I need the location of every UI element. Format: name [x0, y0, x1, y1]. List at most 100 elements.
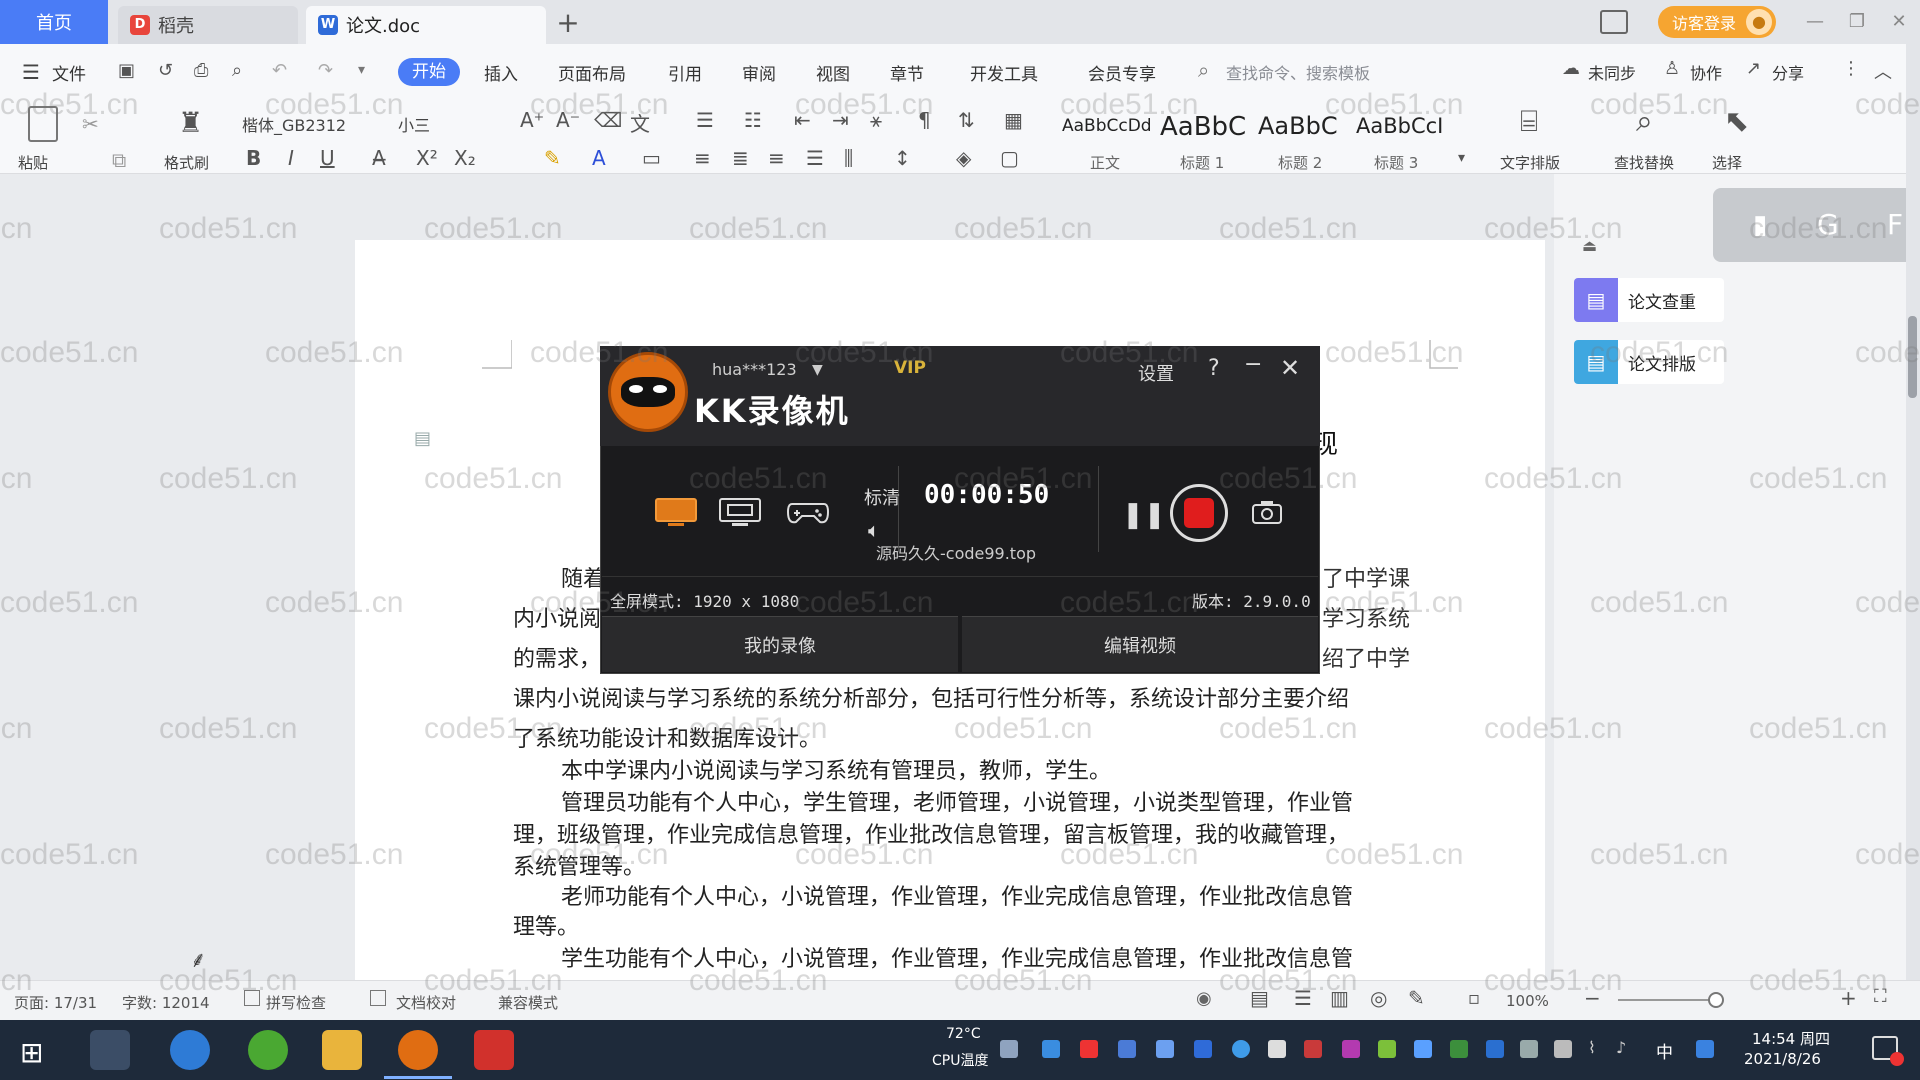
menu-chapter[interactable]: 章节: [890, 60, 924, 85]
clock-date[interactable]: 2021/8/26: [1744, 1050, 1821, 1068]
styles-more-icon[interactable]: ▾: [1458, 150, 1465, 166]
strikethrough-icon[interactable]: A̶: [372, 146, 386, 170]
tray-app-icon[interactable]: [1414, 1040, 1432, 1058]
select-icon[interactable]: ⬉: [1724, 104, 1749, 139]
border-icon[interactable]: ▢: [1000, 146, 1019, 170]
style-sample-h1[interactable]: AaBbC: [1160, 112, 1246, 142]
new-tab-button[interactable]: +: [552, 6, 584, 39]
collapse-ribbon-icon[interactable]: ︿: [1874, 58, 1892, 84]
float-g-icon[interactable]: G: [1817, 208, 1839, 241]
kk-settings-button[interactable]: 设置: [1138, 360, 1174, 386]
zoom-slider-track[interactable]: [1618, 999, 1718, 1001]
hamburger-icon[interactable]: ☰: [22, 60, 40, 84]
network-icon[interactable]: ⌇: [1588, 1038, 1596, 1057]
format-painter-icon[interactable]: ♜: [178, 106, 203, 139]
find-replace-icon[interactable]: ⌕: [1636, 104, 1653, 139]
align-center-icon[interactable]: ≣: [732, 146, 749, 170]
kk-help-button[interactable]: ?: [1208, 356, 1220, 381]
subscript-icon[interactable]: X₂: [454, 146, 476, 170]
proofread-button[interactable]: 文档校对: [396, 992, 456, 1013]
thesis-check-button[interactable]: ▤ 论文查重: [1574, 278, 1724, 322]
menu-file[interactable]: 文件: [52, 60, 86, 85]
underline-icon[interactable]: U: [320, 146, 335, 170]
tray-app-icon[interactable]: [1194, 1040, 1212, 1058]
undo-history-icon[interactable]: ↺: [158, 60, 173, 81]
tray-ime-icon[interactable]: [1696, 1040, 1714, 1058]
tray-app-icon[interactable]: [1080, 1040, 1098, 1058]
fullscreen-icon[interactable]: ⛶: [1874, 986, 1887, 1007]
kk-close-icon[interactable]: ✕: [1280, 354, 1300, 382]
float-doc-icon[interactable]: ▮: [1753, 210, 1767, 240]
kk-username[interactable]: hua***123: [712, 360, 797, 379]
menu-view[interactable]: 视图: [816, 60, 850, 85]
tray-app-icon[interactable]: [1486, 1040, 1504, 1058]
taskbar-ie-icon[interactable]: [170, 1030, 210, 1070]
kk-stop-record-button[interactable]: [1170, 484, 1228, 542]
kk-minimize-icon[interactable]: −: [1244, 352, 1262, 377]
tray-app-icon[interactable]: [1378, 1040, 1396, 1058]
copy-icon[interactable]: ⧉: [112, 148, 126, 172]
kk-screenshot-icon[interactable]: [1252, 500, 1282, 524]
shrink-font-icon[interactable]: A⁻: [556, 108, 580, 132]
style-sample-h2[interactable]: AaBbC: [1258, 112, 1338, 140]
taskbar-360-icon[interactable]: [248, 1030, 288, 1070]
fit-page-icon[interactable]: ▫: [1468, 988, 1480, 1009]
paste-icon[interactable]: [28, 106, 58, 142]
tray-app-icon[interactable]: [1232, 1040, 1250, 1058]
pinyin-icon[interactable]: 文: [630, 108, 650, 137]
style-sample-h3[interactable]: AaBbCcI: [1356, 114, 1443, 138]
scrollbar-thumb[interactable]: [1908, 316, 1917, 398]
clock-time[interactable]: 14:54 周四: [1752, 1028, 1830, 1049]
zoom-out-icon[interactable]: −: [1584, 986, 1601, 1010]
float-f-icon[interactable]: F: [1887, 208, 1903, 241]
preview-icon[interactable]: ⌕: [232, 60, 242, 81]
undo-icon[interactable]: ↶: [272, 60, 287, 81]
fullscreen-mode-icon[interactable]: [652, 496, 700, 528]
chinese-layout-icon[interactable]: ⚹: [870, 108, 882, 132]
zoom-slider-thumb[interactable]: [1708, 992, 1724, 1008]
volume-icon[interactable]: ♪: [1616, 1038, 1626, 1057]
cut-icon[interactable]: ✂: [82, 112, 99, 136]
menu-review[interactable]: 审阅: [742, 60, 776, 85]
superscript-icon[interactable]: X²: [416, 146, 438, 170]
kk-vip-badge[interactable]: VIP: [894, 358, 926, 378]
grow-font-icon[interactable]: A⁺: [520, 108, 544, 132]
tray-app-icon[interactable]: [1304, 1040, 1322, 1058]
redo-icon[interactable]: ↷: [318, 60, 333, 81]
font-size-select[interactable]: 小三: [398, 112, 430, 136]
bold-icon[interactable]: B: [246, 146, 261, 170]
quick-access-dropdown-icon[interactable]: ▾: [358, 62, 365, 78]
menu-references[interactable]: 引用: [668, 60, 702, 85]
write-mode-icon[interactable]: ✎: [1408, 986, 1425, 1010]
menu-insert[interactable]: 插入: [484, 60, 518, 85]
tab-document[interactable]: W 论文.doc: [306, 6, 546, 44]
floating-toolbar[interactable]: ▮ G F: [1713, 188, 1920, 262]
distribute-icon[interactable]: ⫼: [844, 146, 853, 170]
vertical-scrollbar[interactable]: [1906, 0, 1920, 980]
more-icon[interactable]: ⋮: [1842, 58, 1860, 79]
page-count[interactable]: 页面: 17/31: [14, 992, 97, 1013]
restore-icon[interactable]: ❐: [1842, 8, 1872, 36]
justify-icon[interactable]: ☰: [806, 146, 824, 170]
zoom-level[interactable]: 100%: [1506, 992, 1549, 1010]
save-icon[interactable]: ▣: [118, 60, 135, 81]
reading-view-icon[interactable]: ▥: [1330, 986, 1349, 1010]
input-language[interactable]: 中: [1656, 1038, 1673, 1063]
italic-icon[interactable]: I: [288, 146, 294, 170]
page-view-icon[interactable]: ▤: [1250, 986, 1269, 1010]
numbering-icon[interactable]: ☷: [744, 108, 762, 132]
tray-app-icon[interactable]: [1268, 1040, 1286, 1058]
line-spacing-icon[interactable]: ↕: [894, 146, 911, 170]
menu-member[interactable]: 会员专享: [1088, 60, 1156, 85]
command-search-input[interactable]: 查找命令、搜索模板: [1226, 60, 1370, 84]
guest-login-button[interactable]: 访客登录 ●: [1658, 6, 1776, 38]
show-marks-icon[interactable]: ¶: [918, 108, 931, 132]
thesis-layout-button[interactable]: ▤ 论文排版: [1574, 340, 1724, 384]
shading-icon[interactable]: ◈: [956, 146, 971, 170]
taskbar-explorer-icon[interactable]: [322, 1030, 362, 1070]
spellcheck-button[interactable]: 拼写检查: [266, 992, 326, 1013]
align-left-icon[interactable]: ≡: [694, 146, 711, 170]
kk-pause-icon[interactable]: ❚❚: [1122, 500, 1166, 530]
region-mode-icon[interactable]: [716, 496, 764, 528]
tray-battery-icon[interactable]: [1520, 1040, 1538, 1058]
